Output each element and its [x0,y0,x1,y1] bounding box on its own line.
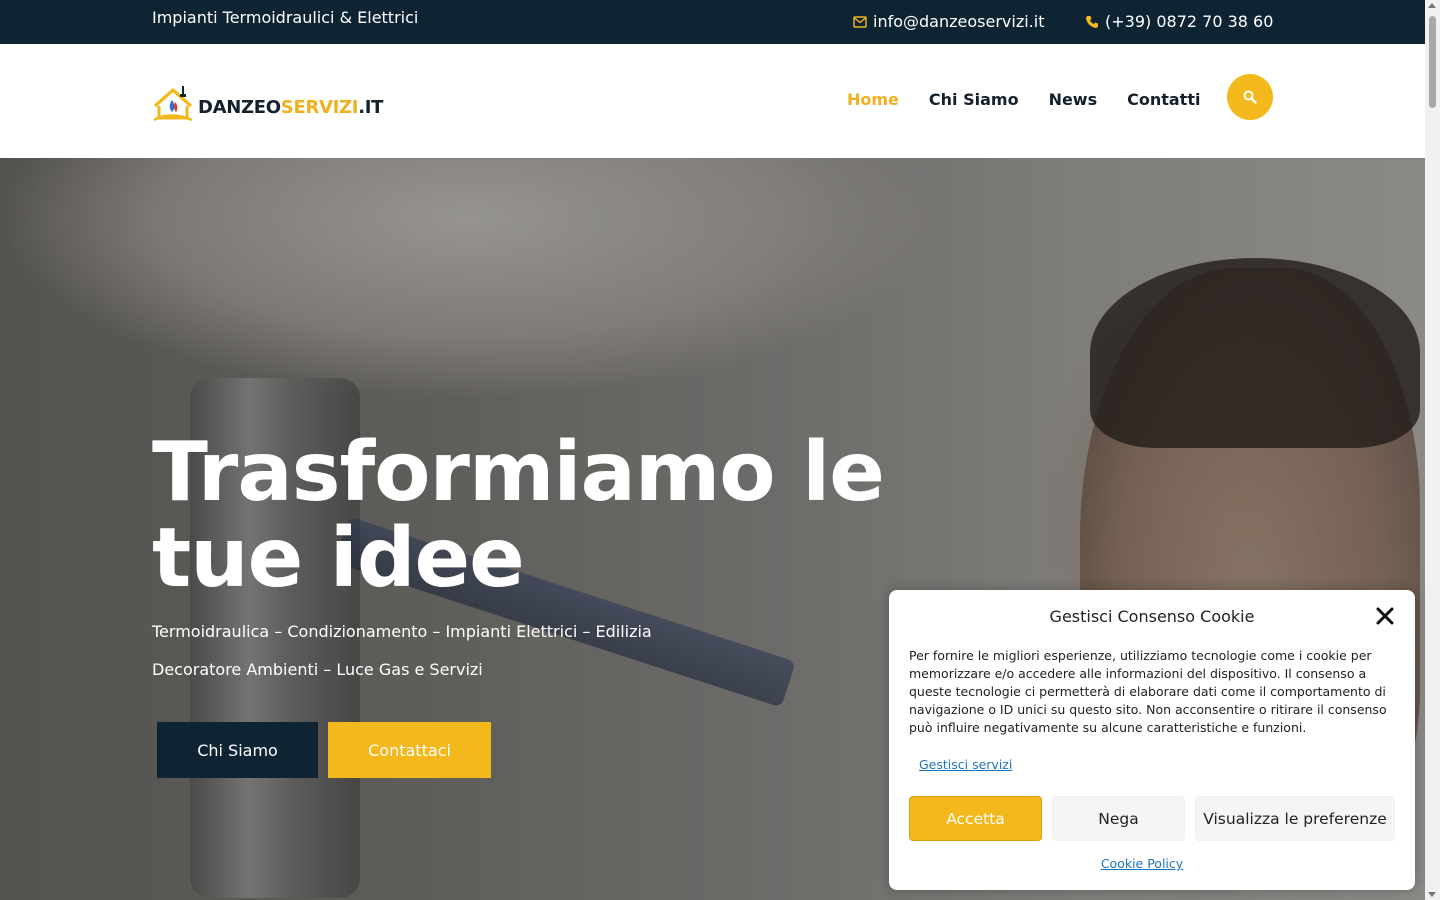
contattaci-button[interactable]: Contattaci [328,722,491,778]
scroll-down-arrow-icon[interactable] [1428,892,1436,897]
phone-icon [1086,15,1098,28]
scroll-up-arrow-icon[interactable] [1428,3,1436,8]
close-icon [1376,607,1394,625]
cookie-dialog-title: Gestisci Consenso Cookie [1049,607,1255,626]
logo-text-servizi: SERVIZI [280,96,359,118]
top-bar-email-text: info@danzeoservizi.it [873,12,1045,31]
logo-text-danzeo: DANZEO [198,96,281,118]
cookie-consent-dialog: Gestisci Consenso Cookie Per fornire le … [889,590,1415,890]
nav-item-news[interactable]: News [1049,90,1098,109]
site-logo[interactable]: DANZEOSERVIZI.IT [152,82,384,124]
hero-title: Trasformiamo le tue idee [152,430,912,602]
site-header: DANZEOSERVIZI.IT Home Chi Siamo News Con… [0,44,1425,158]
cookie-close-button[interactable] [1375,606,1395,626]
cookie-dialog-text: Per fornire le migliori esperienze, util… [909,648,1387,735]
house-logo-icon [153,86,193,122]
hero-title-line-1: Trasformiamo le [152,425,885,520]
hero-title-line-2: tue idee [152,511,525,606]
hero-subtitle-line-2: Decoratore Ambienti – Luce Gas e Servizi [152,660,483,679]
top-bar-tagline: Impianti Termoidraulici & Elettrici [152,8,419,27]
site-logo-text: DANZEOSERVIZI.IT [198,97,383,118]
deny-cookies-button[interactable]: Nega [1052,796,1185,841]
accept-cookies-button[interactable]: Accetta [909,796,1042,841]
hero-subtitle-line-1: Termoidraulica – Condizionamento – Impia… [152,622,652,641]
manage-services-link[interactable]: Gestisci servizi [919,757,1012,772]
nav-item-home[interactable]: Home [847,90,899,109]
main-nav: Home Chi Siamo News Contatti [847,90,1200,109]
nav-item-contatti[interactable]: Contatti [1127,90,1200,109]
top-bar: Impianti Termoidraulici & Elettrici info… [0,0,1425,44]
scrollbar-thumb[interactable] [1429,16,1436,108]
top-bar-phone-link[interactable]: (+39) 0872 70 38 60 [1085,12,1273,31]
search-icon [1243,90,1257,104]
view-preferences-button[interactable]: Visualizza le preferenze [1195,796,1395,841]
envelope-icon [853,15,867,28]
search-button[interactable] [1227,74,1273,120]
chi-siamo-button[interactable]: Chi Siamo [157,722,318,778]
top-bar-email-link[interactable]: info@danzeoservizi.it [853,12,1044,31]
cookie-policy-link[interactable]: Cookie Policy [889,856,1395,871]
page-scrollbar[interactable] [1425,0,1440,900]
top-bar-phone-text: (+39) 0872 70 38 60 [1105,12,1274,31]
logo-text-it: .IT [358,96,384,118]
nav-item-chi-siamo[interactable]: Chi Siamo [929,90,1019,109]
